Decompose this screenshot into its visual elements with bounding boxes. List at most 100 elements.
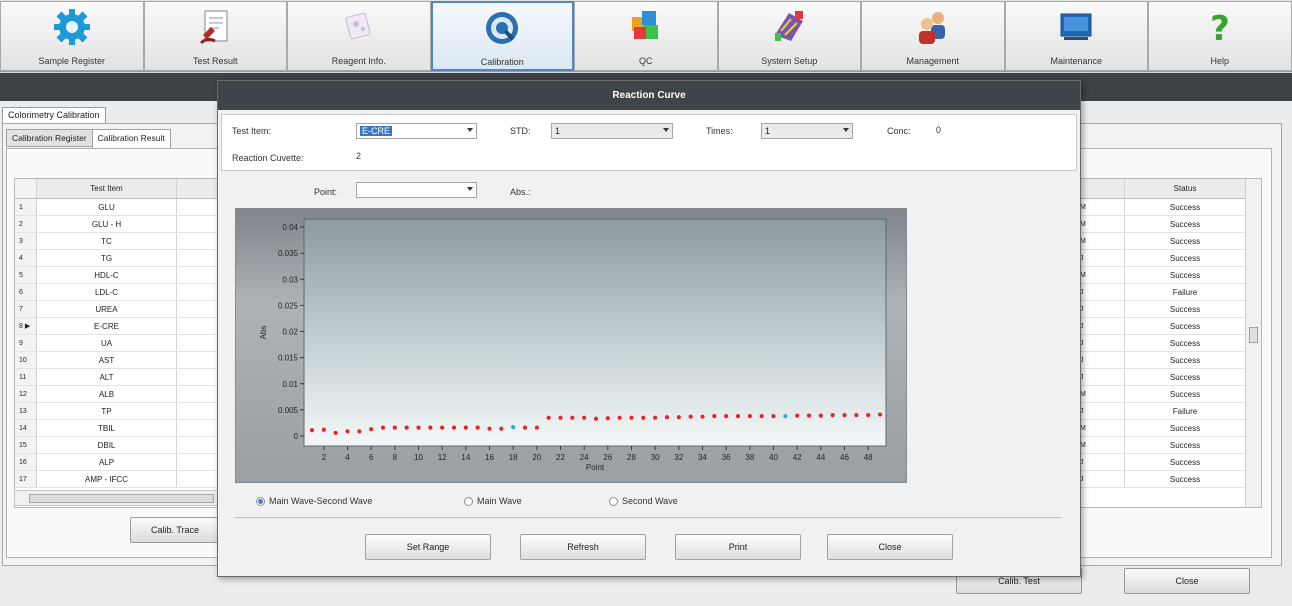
table-row[interactable]: 6 LDL-C <box>15 284 218 301</box>
radio-indicator <box>464 496 473 506</box>
x-tick-label: 42 <box>793 453 802 462</box>
toolbar-help-button[interactable]: ? Help <box>1148 1 1292 71</box>
table-row[interactable]: 10 AST <box>15 352 218 369</box>
table-row[interactable]: 7 UREA <box>15 301 218 318</box>
truncated-cell: J <box>1079 301 1125 317</box>
table-row[interactable]: M Success <box>1079 437 1261 454</box>
toolbar-sample-register-button[interactable]: Sample Register <box>0 1 144 71</box>
scrollbar-thumb[interactable] <box>1249 327 1258 343</box>
std-select[interactable]: 1 <box>551 123 673 139</box>
table-row[interactable]: J Success <box>1079 369 1261 386</box>
table-row[interactable]: J Success <box>1079 301 1261 318</box>
x-tick-label: 46 <box>840 453 849 462</box>
table-row[interactable]: J Success <box>1079 471 1261 488</box>
table-row[interactable]: 11 ALT <box>15 369 218 386</box>
toolbar-calibration-button[interactable]: Calibration <box>430 1 574 71</box>
toolbar-test-result-button[interactable]: Test Result <box>143 1 287 71</box>
table-row[interactable]: J Success <box>1079 250 1261 267</box>
set-range-button[interactable]: Set Range <box>365 534 491 560</box>
test-item-cell: ALP <box>37 454 177 470</box>
tab-calibration-register[interactable]: Calibration Register <box>6 129 93 147</box>
data-point <box>688 414 693 419</box>
table-row[interactable]: 8 ▶ E-CRE <box>15 318 218 335</box>
help-icon: ? <box>1199 6 1241 48</box>
truncated-cell: M <box>1079 386 1125 402</box>
column-header-test-item[interactable]: Test Item <box>37 179 177 198</box>
y-tick-label: 0.03 <box>282 275 298 284</box>
x-tick-label: 26 <box>603 453 612 462</box>
calib-trace-button[interactable]: Calib. Trace <box>130 517 220 543</box>
vertical-scrollbar[interactable] <box>1245 179 1261 507</box>
table-row[interactable]: J Failure <box>1079 284 1261 301</box>
table-row[interactable]: 3 TC <box>15 233 218 250</box>
scrollbar-thumb[interactable] <box>29 494 214 503</box>
x-tick-label: 32 <box>674 453 683 462</box>
toolbar-label: System Setup <box>761 56 818 66</box>
table-row[interactable]: M Success <box>1079 420 1261 437</box>
toolbar-system-setup-button[interactable]: System Setup <box>717 1 861 71</box>
table-row[interactable]: J Success <box>1079 454 1261 471</box>
table-row[interactable]: M Success <box>1079 216 1261 233</box>
test-item-cell: ALB <box>37 386 177 402</box>
table-row[interactable]: 5 HDL-C <box>15 267 218 284</box>
test-item-select[interactable]: E-CRE <box>356 123 477 139</box>
table-row[interactable]: M Success <box>1079 267 1261 284</box>
row-number: 16 <box>15 454 37 470</box>
data-point <box>475 425 480 430</box>
table-row[interactable]: J Success <box>1079 352 1261 369</box>
table-header: Test Item <box>15 179 218 199</box>
radio-second-wave[interactable]: Second Wave <box>609 496 678 506</box>
radio-main-wave-second-wave[interactable]: Main Wave-Second Wave <box>256 496 372 506</box>
toolbar-label: QC <box>639 56 653 66</box>
table-row[interactable]: M Success <box>1079 199 1261 216</box>
toolbar-reagent-info-button[interactable]: Reagent Info. <box>287 1 431 71</box>
toolbar-management-button[interactable]: Management <box>861 1 1005 71</box>
truncated-cell: J <box>1079 471 1125 487</box>
inner-tab-strip: Calibration Register Calibration Result <box>6 129 171 149</box>
table-row[interactable]: 4 TG <box>15 250 218 267</box>
table-row[interactable]: 1 GLU <box>15 199 218 216</box>
data-point <box>747 414 752 419</box>
table-row[interactable]: 17 AMP - IFCC <box>15 471 218 488</box>
data-point <box>700 414 705 419</box>
data-point <box>783 414 788 419</box>
table-row[interactable]: M Success <box>1079 233 1261 250</box>
status-cell: Failure <box>1172 287 1198 297</box>
table-row[interactable]: J Failure <box>1079 403 1261 420</box>
table-row[interactable]: 9 UA <box>15 335 218 352</box>
table-row[interactable]: 16 ALP <box>15 454 218 471</box>
tab-colorimetry-calibration[interactable]: Colorimetry Calibration <box>2 107 106 123</box>
abs-label: Abs.: <box>510 187 531 197</box>
point-select[interactable] <box>356 182 477 198</box>
toolbar-qc-button[interactable]: QC <box>574 1 718 71</box>
truncated-cell: J <box>1079 284 1125 300</box>
table-row[interactable]: J Success <box>1079 318 1261 335</box>
x-tick-label: 14 <box>461 453 470 462</box>
x-tick-label: 48 <box>864 453 873 462</box>
table-row[interactable]: 15 DBIL <box>15 437 218 454</box>
table-row[interactable]: 12 ALB <box>15 386 218 403</box>
times-select[interactable]: 1 <box>761 123 853 139</box>
print-button[interactable]: Print <box>675 534 801 560</box>
table-row[interactable]: 14 TBIL <box>15 420 218 437</box>
status-cell: Success <box>1169 321 1201 331</box>
toolbar-maintenance-button[interactable]: Maintenance <box>1004 1 1148 71</box>
data-point <box>724 414 729 419</box>
x-tick-label: 2 <box>322 453 327 462</box>
column-header-status[interactable]: Status <box>1125 179 1245 198</box>
table-row[interactable]: M Success <box>1079 386 1261 403</box>
table-row[interactable]: J Success <box>1079 335 1261 352</box>
radio-main-wave[interactable]: Main Wave <box>464 496 522 506</box>
refresh-button[interactable]: Refresh <box>520 534 646 560</box>
close-button[interactable]: Close <box>1124 568 1250 594</box>
horizontal-scrollbar[interactable] <box>14 490 219 506</box>
toolbar-label: Help <box>1210 56 1229 66</box>
data-point <box>617 415 622 420</box>
data-point <box>511 425 516 430</box>
tab-calibration-result[interactable]: Calibration Result <box>91 129 171 149</box>
point-label: Point: <box>314 187 338 197</box>
table-row[interactable]: 2 GLU - H <box>15 216 218 233</box>
table-row[interactable]: 13 TP <box>15 403 218 420</box>
data-point <box>463 425 468 430</box>
dialog-close-button[interactable]: Close <box>827 534 953 560</box>
